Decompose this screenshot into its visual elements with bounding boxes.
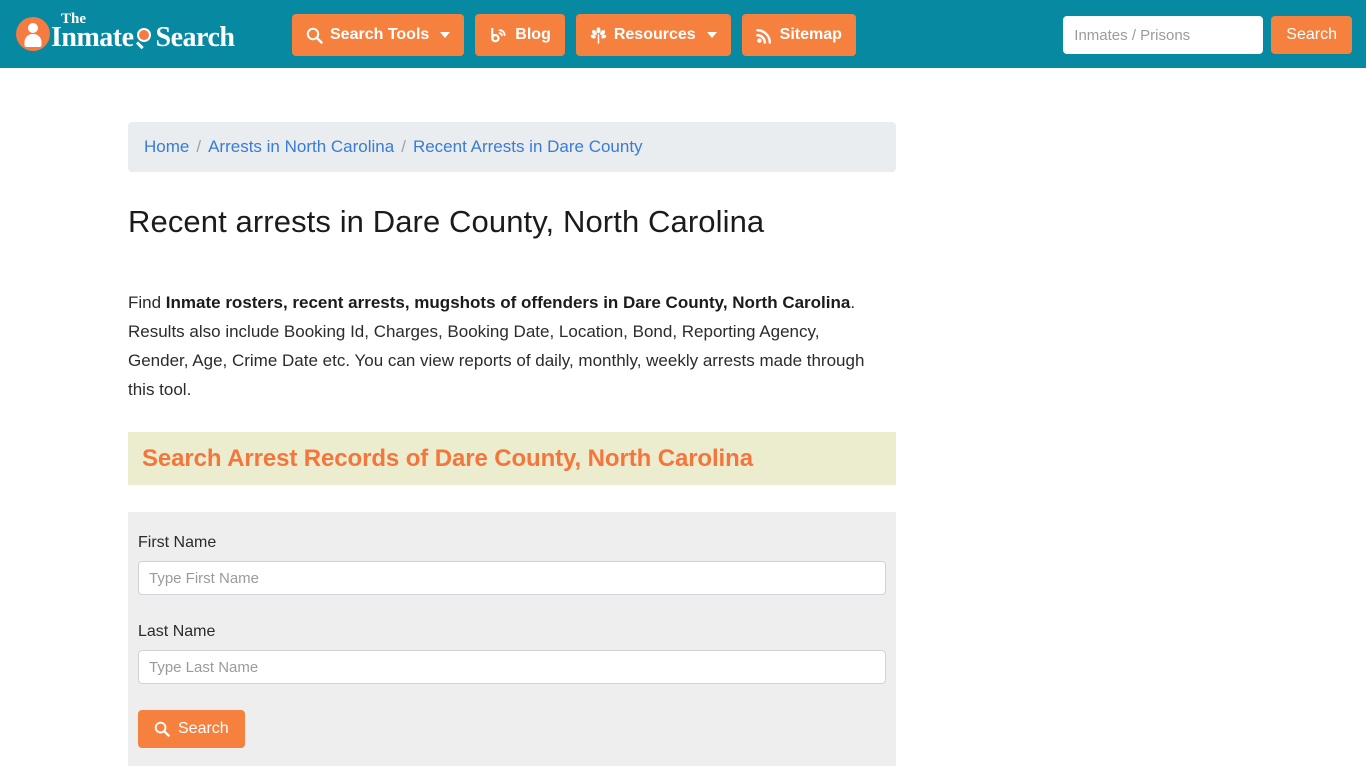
first-name-input[interactable] (138, 561, 886, 595)
breadcrumb: Home / Arrests in North Carolina / Recen… (128, 122, 896, 172)
breadcrumb-separator: / (401, 137, 406, 156)
section-banner: Search Arrest Records of Dare County, No… (128, 432, 896, 485)
magnifier-icon (154, 721, 170, 737)
nav-sitemap-button[interactable]: Sitemap (741, 14, 856, 56)
site-logo[interactable]: The Inmate Search (16, 11, 235, 54)
last-name-label: Last Name (138, 623, 216, 640)
first-name-label: First Name (138, 534, 217, 551)
first-name-group: First Name (138, 534, 886, 595)
nav-search-tools-label: Search Tools (330, 26, 430, 43)
logo-word-inmate: Inmate (51, 22, 134, 53)
magnifier-icon (306, 27, 323, 44)
arrest-search-form: First Name Last Name Search (128, 512, 896, 766)
intro-lead: Find (128, 293, 166, 312)
nav-search-tools-button[interactable]: Search Tools (292, 14, 465, 56)
last-name-input[interactable] (138, 650, 886, 684)
nav-resources-button[interactable]: Resources (575, 14, 731, 56)
logo-word-search: Search (155, 22, 235, 53)
last-name-group: Last Name (138, 623, 886, 684)
section-heading: Search Arrest Records of Dare County, No… (142, 444, 753, 472)
nav-sitemap-label: Sitemap (779, 26, 842, 43)
nav-blog-button[interactable]: Blog (475, 14, 565, 56)
logo-main-text: Inmate Search (51, 22, 235, 54)
page-title: Recent arrests in Dare County, North Car… (128, 204, 765, 239)
main-navigation: Search Tools Blog Resources Sitemap (292, 14, 856, 56)
blog-icon (489, 27, 508, 44)
breadcrumb-item-arrests-in-north-carolina[interactable]: Arrests in North Carolina (208, 137, 394, 157)
chevron-down-icon (440, 32, 451, 38)
breadcrumb-separator: / (196, 137, 202, 156)
chevron-down-icon (706, 32, 717, 38)
header-search-area: Search (1063, 16, 1352, 54)
intro-bold: Inmate rosters, recent arrests, mugshots… (165, 293, 851, 312)
magnifier-icon (134, 27, 156, 50)
site-header: The Inmate Search Search Tools Blog Reso… (0, 0, 1366, 68)
page-content: Home / Arrests in North Carolina / Recen… (128, 68, 896, 766)
person-avatar-icon (16, 17, 50, 51)
header-search-input[interactable] (1063, 16, 1264, 54)
leaf-icon (590, 26, 607, 44)
nav-blog-label: Blog (515, 26, 551, 43)
nav-resources-label: Resources (613, 26, 696, 43)
intro-paragraph: Find Inmate rosters, recent arrests, mug… (128, 288, 873, 404)
form-search-button[interactable]: Search (138, 710, 245, 748)
form-search-label: Search (178, 720, 229, 737)
rss-icon (755, 27, 773, 44)
header-search-button[interactable]: Search (1271, 16, 1352, 54)
breadcrumb-item-recent-arrests-in-dare-county[interactable]: Recent Arrests in Dare County (413, 137, 643, 157)
breadcrumb-item-home[interactable]: Home (144, 137, 189, 157)
